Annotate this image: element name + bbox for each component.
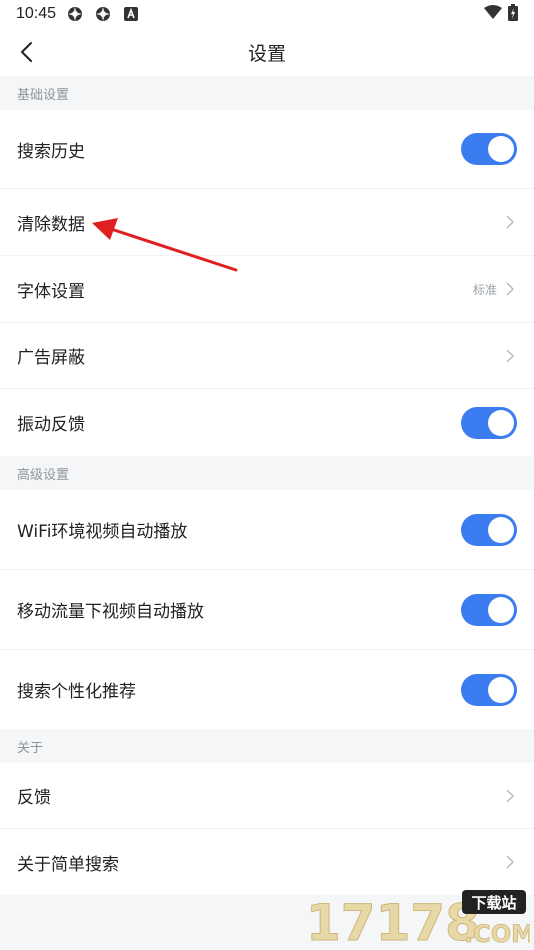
setting-wifi-autoplay[interactable]: WiFi环境视频自动播放 [0,490,534,570]
setting-label: 反馈 [17,788,51,808]
gear-icon [66,5,84,23]
setting-label: 关于简单搜索 [17,854,119,875]
site-watermark-logo: 17178 下载站 .COM [306,890,530,950]
setting-label: 搜索个性化推荐 [17,682,136,702]
chevron-right-icon [503,215,517,229]
setting-label: WiFi环境视频自动播放 [17,522,188,542]
setting-vibration[interactable]: 振动反馈 [0,389,534,456]
gear-icon [94,5,112,23]
setting-search-history[interactable]: 搜索历史 [0,110,534,189]
setting-font[interactable]: 字体设置 标准 [0,256,534,323]
setting-label: 振动反馈 [17,415,85,435]
a-icon [122,5,140,23]
font-size-value: 标准 [472,282,497,297]
section-label-advanced: 高级设置 [0,456,534,490]
setting-mobile-autoplay[interactable]: 移动流量下视频自动播放 [0,570,534,650]
toggle-knob [488,516,514,543]
section-label-basic: 基础设置 [0,76,534,110]
toggle-knob [488,409,514,436]
section-label-about: 关于 [0,729,534,763]
chevron-right-icon [503,349,517,363]
toggle-knob [488,676,514,703]
watermark-text: 17178 [306,894,480,950]
chevron-right-icon [503,282,517,296]
setting-personalized-recommend[interactable]: 搜索个性化推荐 [0,650,534,729]
chevron-right-icon [503,789,517,803]
setting-label: 清除数据 [17,214,85,235]
toggle-knob [488,136,514,162]
search-history-toggle[interactable] [461,133,517,165]
setting-label: 广告屏蔽 [17,348,85,368]
setting-clear-data[interactable]: 清除数据 [0,189,534,256]
status-bar: 10:45 [0,0,534,28]
vibration-toggle[interactable] [461,406,517,439]
battery-icon [508,3,518,25]
watermark-badge: 下载站 [471,894,516,912]
setting-ad-block[interactable]: 广告屏蔽 [0,323,534,389]
setting-label: 字体设置 [17,281,85,302]
setting-label: 移动流量下视频自动播放 [17,602,204,622]
page-title: 设置 [247,42,286,65]
mobile-autoplay-toggle[interactable] [461,593,517,626]
status-time: 10:45 [16,5,57,22]
wifi-autoplay-toggle[interactable] [461,513,517,546]
setting-about-app[interactable]: 关于简单搜索 [0,829,534,895]
personalized-toggle[interactable] [461,673,517,706]
settings-list: 基础设置 搜索历史 清除数据 字体设置 标准 广告屏蔽 振动反馈 高级设置 Wi… [0,76,534,895]
setting-feedback[interactable]: 反馈 [0,763,534,829]
back-chevron-icon[interactable] [12,38,40,66]
app-header: 设置 [0,28,534,76]
toggle-knob [488,596,514,623]
chevron-right-icon [503,855,517,869]
setting-label: 搜索历史 [17,141,85,162]
watermark-suffix: .COM [464,920,530,948]
wifi-icon [484,5,502,23]
